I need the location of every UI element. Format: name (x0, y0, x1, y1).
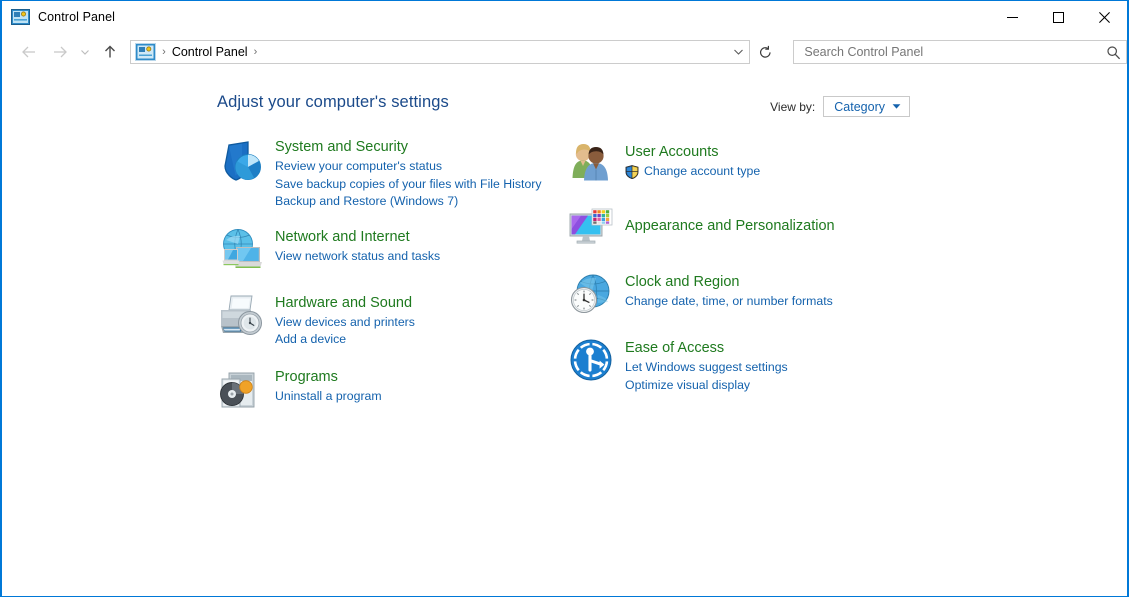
link-change-date-time-number-formats[interactable]: Change date, time, or number formats (625, 293, 833, 311)
search-input[interactable] (802, 41, 1100, 63)
category-body: Ease of Access Let Windows suggest setti… (625, 337, 788, 394)
category-body: System and Security Review your computer… (275, 137, 542, 211)
category-title-programs[interactable]: Programs (275, 368, 338, 386)
category-title-appearance-and-personalization[interactable]: Appearance and Personalization (625, 217, 835, 235)
category-title-network-and-internet[interactable]: Network and Internet (275, 228, 410, 246)
address-dropdown-button[interactable] (727, 41, 749, 63)
content-area: Adjust your computer's settings View by:… (2, 71, 1127, 596)
minimize-icon (1007, 12, 1018, 23)
uac-shield-icon (625, 165, 639, 179)
breadcrumb-separator-1: › (162, 46, 166, 58)
category-body: Programs Uninstall a program (275, 367, 382, 406)
window-title: Control Panel (38, 10, 115, 24)
forward-button[interactable] (47, 37, 72, 67)
category-body: Hardware and Sound View devices and prin… (275, 293, 415, 349)
control-panel-icon (11, 9, 30, 25)
window-controls (989, 1, 1127, 33)
category-body: Clock and Region Change date, time, or n… (625, 271, 833, 311)
title-bar: Control Panel (2, 0, 1127, 33)
category-hardware-and-sound: Hardware and Sound View devices and prin… (217, 293, 547, 349)
category-title-ease-of-access[interactable]: Ease of Access (625, 339, 724, 357)
network-icon (217, 227, 265, 275)
close-button[interactable] (1081, 1, 1127, 33)
breadcrumb-separator-2[interactable]: › (254, 46, 258, 58)
category-body: Appearance and Personalization (625, 205, 835, 237)
link-label: Change account type (644, 163, 760, 181)
link-add-a-device[interactable]: Add a device (275, 331, 346, 349)
maximize-icon (1053, 12, 1064, 23)
close-icon (1099, 12, 1110, 23)
navigation-bar: › Control Panel › (2, 33, 1127, 71)
disc-icon (217, 367, 265, 415)
control-panel-window: Control Panel (0, 0, 1129, 597)
category-programs: Programs Uninstall a program (217, 367, 547, 415)
breadcrumb-item-control-panel[interactable]: Control Panel (172, 45, 248, 59)
shield-icon (217, 137, 265, 185)
accessibility-icon (567, 337, 615, 385)
link-review-your-computers-status[interactable]: Review your computer's status (275, 158, 442, 176)
category-user-accounts: User Accounts (567, 140, 907, 188)
address-bar[interactable]: › Control Panel › (130, 40, 750, 64)
maximize-button[interactable] (1035, 1, 1081, 33)
category-column-left: System and Security Review your computer… (217, 137, 547, 429)
arrow-left-icon (20, 44, 38, 60)
link-view-network-status-and-tasks[interactable]: View network status and tasks (275, 248, 440, 266)
arrow-up-icon (102, 44, 118, 60)
chevron-down-icon (80, 47, 90, 57)
link-optimize-visual-display[interactable]: Optimize visual display (625, 377, 750, 395)
category-columns: System and Security Review your computer… (2, 71, 1127, 596)
minimize-button[interactable] (989, 1, 1035, 33)
link-let-windows-suggest-settings[interactable]: Let Windows suggest settings (625, 359, 788, 377)
category-network-and-internet: Network and Internet View network status… (217, 227, 547, 275)
refresh-icon (758, 45, 773, 60)
category-column-right: User Accounts (567, 140, 907, 408)
chevron-down-icon (733, 47, 744, 57)
category-title-system-and-security[interactable]: System and Security (275, 138, 408, 156)
back-button[interactable] (16, 37, 41, 67)
search-icon (1106, 45, 1121, 60)
recent-locations-button[interactable] (76, 37, 93, 67)
category-system-and-security: System and Security Review your computer… (217, 137, 547, 211)
breadcrumb-control-panel-icon (135, 43, 156, 61)
users-icon (567, 140, 615, 188)
category-title-clock-and-region[interactable]: Clock and Region (625, 273, 739, 291)
link-save-backup-copies-file-history[interactable]: Save backup copies of your files with Fi… (275, 176, 542, 194)
link-uninstall-a-program[interactable]: Uninstall a program (275, 388, 382, 406)
category-title-hardware-and-sound[interactable]: Hardware and Sound (275, 294, 412, 312)
printer-icon (217, 293, 265, 341)
arrow-right-icon (51, 44, 69, 60)
monitor-palette-icon (567, 205, 615, 253)
category-body: User Accounts (625, 140, 760, 181)
category-clock-and-region: Clock and Region Change date, time, or n… (567, 271, 907, 319)
category-body: Network and Internet View network status… (275, 227, 440, 266)
search-box[interactable] (793, 40, 1127, 64)
clock-globe-icon (567, 271, 615, 319)
category-ease-of-access: Ease of Access Let Windows suggest setti… (567, 337, 907, 394)
link-change-account-type[interactable]: Change account type (625, 163, 760, 181)
category-title-user-accounts[interactable]: User Accounts (625, 143, 719, 161)
search-button[interactable] (1100, 41, 1126, 63)
refresh-button[interactable] (752, 40, 779, 64)
category-appearance-and-personalization: Appearance and Personalization (567, 205, 907, 253)
up-button[interactable] (98, 37, 121, 67)
link-backup-and-restore-windows-7[interactable]: Backup and Restore (Windows 7) (275, 193, 458, 211)
link-view-devices-and-printers[interactable]: View devices and printers (275, 314, 415, 332)
